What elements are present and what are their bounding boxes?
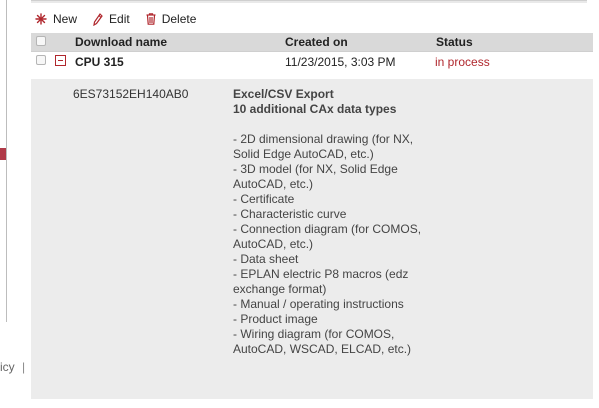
export-description: Excel/CSV Export 10 additional CAx data … (233, 87, 443, 357)
trash-icon (146, 13, 156, 25)
edit-label: Edit (109, 12, 130, 26)
row-detail-panel: 6ES73152EH140AB0 Excel/CSV Export 10 add… (31, 79, 593, 399)
table-header: Download name Created on Status (31, 33, 593, 52)
left-panel-marker (0, 148, 6, 160)
status-text: in process (435, 55, 490, 69)
toolbar: New Edit Delete (35, 10, 212, 28)
list-item: - Connection diagram (for COMOS, AutoCAD… (233, 222, 422, 251)
column-header-created-on[interactable]: Created on (285, 35, 348, 49)
list-item: - Certificate (233, 192, 295, 206)
list-item: - Data sheet (233, 252, 299, 266)
list-item: - Characteristic curve (233, 207, 347, 221)
created-on: 11/23/2015, 3:03 PM (285, 55, 396, 69)
export-format: Excel/CSV Export (233, 87, 334, 101)
pencil-icon (93, 12, 103, 26)
part-number: 6ES73152EH140AB0 (73, 87, 189, 101)
collapse-minus-icon[interactable] (55, 55, 66, 66)
list-item: - Manual / operating instructions (233, 297, 404, 311)
download-name[interactable]: CPU 315 (75, 55, 124, 69)
data-type-list: - 2D dimensional drawing (for NX, Solid … (233, 132, 443, 357)
list-item: - Product image (233, 312, 318, 326)
footer-separator: | (22, 360, 26, 374)
list-item: - 2D dimensional drawing (for NX, Solid … (233, 132, 414, 161)
new-button[interactable]: New (35, 12, 77, 26)
row-checkbox[interactable] (36, 55, 46, 65)
new-label: New (53, 12, 78, 26)
list-item: - 3D model (for NX, Solid Edge AutoCAD, … (233, 162, 398, 191)
delete-button[interactable]: Delete (146, 12, 197, 26)
table-row[interactable]: CPU 315 11/23/2015, 3:03 PM in process (31, 52, 593, 72)
panel-top-shadow (31, 1, 587, 3)
list-item: - Wiring diagram (for COMOS, AutoCAD, WS… (233, 327, 412, 356)
column-header-download-name[interactable]: Download name (75, 35, 167, 49)
edit-button[interactable]: Edit (93, 12, 130, 26)
delete-label: Delete (161, 12, 197, 26)
footer-link-fragment[interactable]: icy (0, 360, 15, 374)
select-all-checkbox[interactable] (36, 36, 46, 46)
column-header-status[interactable]: Status (436, 35, 473, 49)
asterisk-icon (35, 13, 47, 25)
left-panel-border (6, 0, 7, 322)
list-item: - EPLAN electric P8 macros (edz exchange… (233, 267, 409, 296)
data-type-count: 10 additional CAx data types (233, 102, 397, 116)
